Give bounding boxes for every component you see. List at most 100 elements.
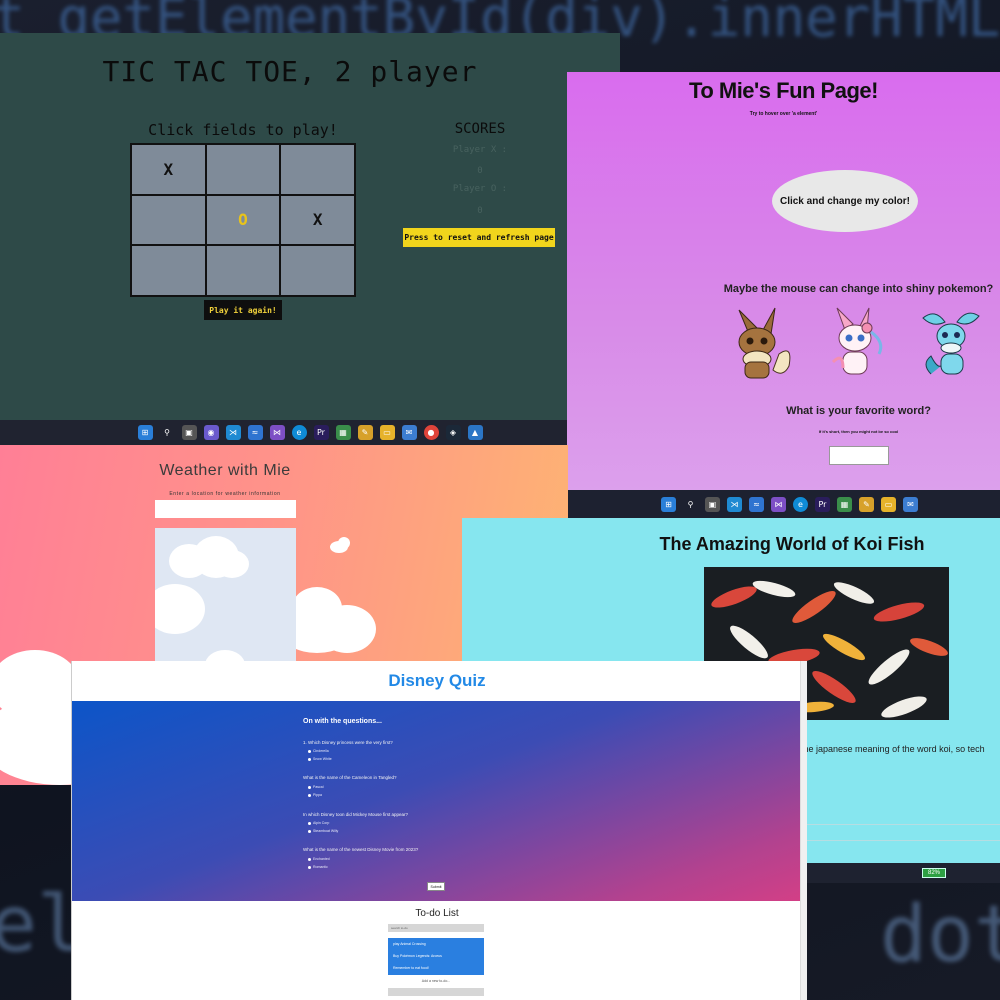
windows-start-icon[interactable]: ⊞ (661, 496, 676, 512)
word-hint: If it's short, then you might not be so … (818, 429, 899, 434)
visual-studio-icon[interactable]: ⋈ (269, 425, 285, 440)
battery-indicator: 82% (922, 868, 946, 878)
task-view-icon[interactable]: ▣ (181, 425, 197, 440)
photos-icon[interactable]: ▲ (467, 425, 483, 440)
favorite-word-input[interactable] (829, 446, 889, 465)
vscode-icon[interactable]: ⋊ (225, 425, 241, 440)
play-again-button[interactable]: Play it again! (204, 300, 282, 320)
player-o-score: 0 (477, 206, 483, 216)
taskbar: ⊞ ⚲ ▣ ◉ ⋊ ≈ ⋈ e Pr ▦ ✎ ▭ ✉ ● ◈ ▲ (0, 420, 620, 445)
word-heading: What is your favorite word? (786, 405, 931, 417)
quiz-option[interactable]: Pippa (308, 793, 322, 797)
quiz-option[interactable]: Cinderella (308, 749, 329, 753)
page-title: Weather with Mie (159, 462, 291, 479)
scores-title: SCORES (454, 121, 506, 137)
hover-hint: Try to hover over 'a element' (749, 111, 818, 117)
quiz-question: What is the name of the Cameleon in Tang… (303, 775, 397, 780)
folder-icon[interactable]: ▭ (881, 496, 896, 512)
player-x-score: 0 (477, 166, 483, 176)
chat-icon[interactable]: ◉ (203, 425, 219, 440)
search-icon[interactable]: ⚲ (683, 497, 698, 512)
visual-studio-icon[interactable]: ⋈ (771, 496, 786, 512)
notes-icon[interactable]: ✎ (357, 425, 373, 440)
chrome-icon[interactable]: ● (423, 425, 439, 440)
board-cell[interactable] (132, 195, 205, 245)
add-todo-input[interactable] (388, 988, 484, 996)
mail-icon[interactable]: ✉ (401, 425, 417, 440)
divider (792, 840, 1000, 841)
todo-title: To-do List (415, 908, 459, 919)
app-icon[interactable]: ≈ (749, 496, 764, 512)
board-cell[interactable] (281, 145, 354, 194)
quiz-option[interactable]: Snow White (308, 757, 332, 761)
change-color-button[interactable]: Click and change my color! (772, 170, 918, 232)
list-item[interactable]: Remember to eat food! (393, 966, 429, 970)
board-cell[interactable] (206, 246, 280, 295)
store-icon[interactable]: ▦ (335, 425, 351, 440)
weather-card (155, 528, 296, 668)
page-title: The Amazing World of Koi Fish (659, 534, 925, 554)
location-hint: Enter a location for weather information (169, 491, 281, 497)
quiz-option[interactable]: Enchanted (308, 857, 330, 861)
list-item[interactable]: Buy Pokémon Legends: Arceus (393, 954, 442, 958)
quiz-heading: On with the questions... (303, 718, 382, 725)
player-x-label: Player X : (452, 145, 508, 155)
edge-icon[interactable]: e (793, 496, 808, 512)
quiz-section (72, 701, 802, 901)
board-cell[interactable]: X (132, 145, 205, 194)
tictactoe-window: TIC TAC TOE, 2 player Click fields to pl… (0, 33, 620, 445)
cloud-decoration (155, 584, 205, 634)
app-icon[interactable]: ≈ (247, 425, 263, 440)
vscode-icon[interactable]: ⋊ (727, 496, 742, 512)
divider (792, 824, 1000, 825)
cloud-decoration (215, 550, 249, 578)
player-o-label: Player O : (452, 184, 508, 194)
scrollbar[interactable] (800, 661, 807, 1000)
mouse-heading: Maybe the mouse can change into shiny po… (723, 283, 994, 295)
fun-page-window: To Mie's Fun Page! Try to hover over 'a … (567, 72, 1000, 492)
premiere-icon[interactable]: Pr (815, 496, 830, 512)
todo-list: play Animal Crossing Buy Pokémon Legends… (388, 938, 484, 975)
vaporeon-icon[interactable] (919, 304, 983, 384)
board-cell[interactable]: O (206, 195, 280, 245)
board-cell[interactable] (281, 246, 354, 295)
eevee-icon[interactable] (729, 304, 793, 384)
notes-icon[interactable]: ✎ (859, 496, 874, 512)
search-icon[interactable]: ⚲ (160, 425, 175, 440)
task-view-icon[interactable]: ▣ (705, 496, 720, 512)
quiz-question: 1. Which Disney princess were the very f… (303, 740, 393, 745)
page-title: Disney Quiz (388, 671, 486, 690)
edge-icon[interactable]: e (291, 425, 307, 440)
cloud-decoration (338, 537, 350, 549)
quiz-question: What is the name of the newest Disney Mo… (303, 847, 419, 852)
store-icon[interactable]: ▦ (837, 496, 852, 512)
quiz-question: In which Disney toon did Mickey Mouse fi… (303, 812, 409, 817)
todo-search-input[interactable]: search to-do (388, 924, 484, 932)
koi-description: s the japanese meaning of the word koi, … (794, 744, 985, 754)
add-todo-label: Add a new to-do... (421, 979, 451, 983)
quiz-option[interactable]: Alpin Corp (308, 821, 329, 825)
location-input[interactable] (155, 500, 296, 518)
page-title: TIC TAC TOE, 2 player (102, 55, 478, 88)
quiz-option[interactable]: Romantic (308, 865, 328, 869)
page-title: To Mie's Fun Page! (689, 78, 878, 103)
code-line-right: dot (880, 890, 1000, 980)
submit-button[interactable]: Submit (427, 882, 445, 891)
steam-icon[interactable]: ◈ (445, 425, 461, 440)
disney-quiz-window: Disney Quiz On with the questions... 1. … (71, 661, 807, 1000)
game-board: X O X (130, 143, 356, 297)
folder-icon[interactable]: ▭ (379, 425, 395, 440)
quiz-option[interactable]: Steamboat Willy (308, 829, 338, 833)
list-item[interactable]: play Animal Crossing (393, 942, 426, 946)
board-cell[interactable] (132, 246, 205, 295)
instructions: Click fields to play! (148, 121, 338, 139)
sylveon-icon[interactable] (823, 302, 887, 382)
quiz-option[interactable]: Pascal (308, 785, 324, 789)
board-cell[interactable] (206, 145, 280, 194)
taskbar: ⊞ ⚲ ▣ ⋊ ≈ ⋈ e Pr ▦ ✎ ▭ ✉ (567, 490, 1000, 518)
reset-button[interactable]: Press to reset and refresh page (403, 228, 555, 247)
premiere-icon[interactable]: Pr (313, 425, 329, 440)
board-cell[interactable]: X (281, 195, 354, 245)
windows-start-icon[interactable]: ⊞ (137, 425, 153, 440)
mail-icon[interactable]: ✉ (903, 496, 918, 512)
